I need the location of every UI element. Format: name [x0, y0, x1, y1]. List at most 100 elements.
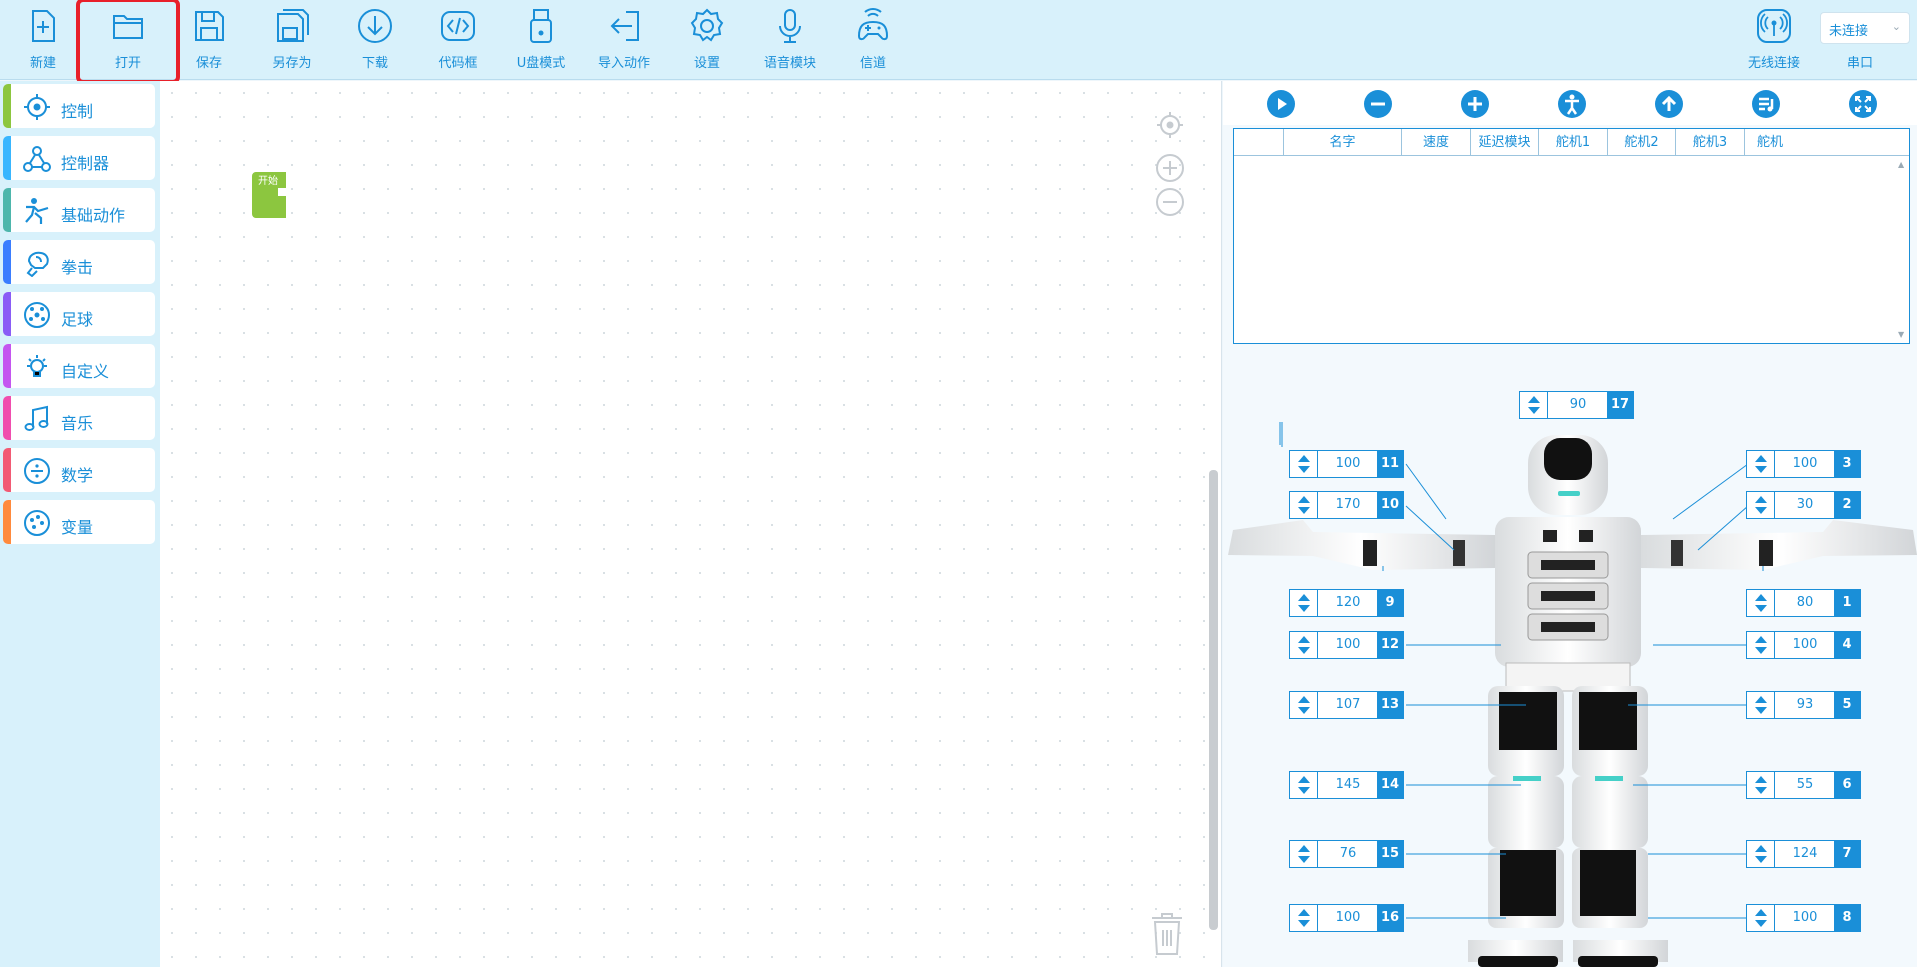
servo-control-2[interactable]: 30 2: [1746, 491, 1861, 519]
sidebar-item-custom[interactable]: 自定义: [3, 344, 155, 388]
sidebar-item-music[interactable]: 音乐: [3, 396, 155, 440]
sidebar-item-variables[interactable]: 变量: [3, 500, 155, 544]
servo-value[interactable]: 100: [1775, 905, 1835, 931]
new-button[interactable]: 新建: [2, 6, 84, 72]
column-header-servo2[interactable]: 舵机2: [1608, 129, 1676, 156]
servo-value[interactable]: 93: [1775, 692, 1835, 718]
remove-icon[interactable]: [1364, 90, 1392, 118]
spinner[interactable]: [1290, 772, 1318, 798]
voice-module-label: 语音模块: [763, 56, 816, 71]
servo-value[interactable]: 55: [1775, 772, 1835, 798]
settings-button[interactable]: 设置: [666, 6, 748, 72]
sidebar-item-basic-actions[interactable]: 基础动作: [3, 188, 155, 232]
column-header-servo3[interactable]: 舵机3: [1676, 129, 1745, 156]
save-button[interactable]: 保存: [168, 6, 250, 72]
spinner[interactable]: [1290, 905, 1318, 931]
workspace-scrollbar[interactable]: [1209, 470, 1218, 930]
servo-control-17[interactable]: 90 17: [1519, 391, 1634, 419]
servo-value[interactable]: 145: [1318, 772, 1378, 798]
servo-control-6[interactable]: 55 6: [1746, 771, 1861, 799]
open-button[interactable]: 打开: [76, 0, 180, 84]
servo-control-10[interactable]: 170 10: [1289, 491, 1404, 519]
servo-value[interactable]: 100: [1318, 451, 1378, 477]
spinner[interactable]: [1747, 492, 1775, 518]
spinner[interactable]: [1290, 632, 1318, 658]
fullscreen-icon[interactable]: [1849, 90, 1877, 118]
servo-control-7[interactable]: 124 7: [1746, 840, 1861, 868]
servo-control-4[interactable]: 100 4: [1746, 631, 1861, 659]
person-icon[interactable]: [1558, 90, 1586, 118]
action-table[interactable]: 名字 速度 延迟模块 舵机1 舵机2 舵机3 舵机 ▲ ▼: [1233, 128, 1910, 344]
spinner[interactable]: [1747, 451, 1775, 477]
spinner[interactable]: [1747, 692, 1775, 718]
column-header-name[interactable]: 名字: [1284, 129, 1402, 156]
servo-value[interactable]: 30: [1775, 492, 1835, 518]
scroll-up-icon[interactable]: ▲: [1898, 160, 1904, 169]
servo-control-5[interactable]: 93 5: [1746, 691, 1861, 719]
servo-control-14[interactable]: 145 14: [1289, 771, 1404, 799]
sidebar-item-boxing[interactable]: 拳击: [3, 240, 155, 284]
servo-control-13[interactable]: 107 13: [1289, 691, 1404, 719]
channel-button[interactable]: 信道: [832, 6, 914, 72]
code-box-button[interactable]: 代码框: [417, 6, 499, 72]
servo-value[interactable]: 124: [1775, 841, 1835, 867]
zoom-in-icon[interactable]: [1155, 153, 1185, 183]
servo-control-8[interactable]: 100 8: [1746, 904, 1861, 932]
zoom-out-icon[interactable]: [1155, 187, 1185, 217]
servo-control-16[interactable]: 100 16: [1289, 904, 1404, 932]
spin-arrows-icon: [1298, 594, 1310, 612]
playlist-icon[interactable]: [1752, 90, 1780, 118]
add-icon[interactable]: [1461, 90, 1489, 118]
play-icon[interactable]: [1267, 90, 1295, 118]
recenter-icon[interactable]: [1155, 110, 1185, 140]
servo-value[interactable]: 120: [1318, 590, 1378, 616]
servo-value[interactable]: 107: [1318, 692, 1378, 718]
servo-control-12[interactable]: 100 12: [1289, 631, 1404, 659]
column-header-servo1[interactable]: 舵机1: [1539, 129, 1608, 156]
spinner[interactable]: [1290, 590, 1318, 616]
trash-icon[interactable]: [1148, 910, 1186, 956]
sidebar-item-math[interactable]: 数学: [3, 448, 155, 492]
servo-control-15[interactable]: 76 15: [1289, 840, 1404, 868]
wireless-connect-button[interactable]: 无线连接: [1733, 6, 1815, 72]
servo-value[interactable]: 100: [1775, 632, 1835, 658]
servo-value[interactable]: 90: [1548, 392, 1608, 418]
table-scrollbar[interactable]: ▲ ▼: [1895, 156, 1909, 343]
servo-value[interactable]: 100: [1318, 632, 1378, 658]
servo-control-9[interactable]: 120 9: [1289, 589, 1404, 617]
spinner[interactable]: [1747, 841, 1775, 867]
spinner[interactable]: [1290, 841, 1318, 867]
spinner[interactable]: [1290, 492, 1318, 518]
servo-control-3[interactable]: 100 3: [1746, 450, 1861, 478]
scroll-down-icon[interactable]: ▼: [1898, 330, 1904, 339]
save-as-button[interactable]: 另存为: [251, 6, 333, 72]
servo-value[interactable]: 76: [1318, 841, 1378, 867]
spinner[interactable]: [1290, 692, 1318, 718]
servo-control-11[interactable]: 100 11: [1289, 450, 1404, 478]
download-button[interactable]: 下载: [334, 6, 416, 72]
block-workspace[interactable]: [160, 81, 1222, 967]
spinner[interactable]: [1290, 451, 1318, 477]
start-block[interactable]: 开始: [252, 172, 288, 218]
import-action-button[interactable]: 导入动作: [583, 6, 665, 72]
connection-select[interactable]: 未连接 ⌄: [1820, 12, 1910, 44]
servo-control-1[interactable]: 80 1: [1746, 589, 1861, 617]
spinner[interactable]: [1747, 632, 1775, 658]
column-header-delay[interactable]: 延迟模块: [1471, 129, 1539, 156]
servo-value[interactable]: 100: [1775, 451, 1835, 477]
arrow-up-icon[interactable]: [1655, 90, 1683, 118]
servo-value[interactable]: 80: [1775, 590, 1835, 616]
voice-module-button[interactable]: 语音模块: [749, 6, 831, 72]
sidebar-item-control[interactable]: 控制: [3, 84, 155, 128]
spinner[interactable]: [1520, 392, 1548, 418]
spinner[interactable]: [1747, 590, 1775, 616]
column-header-speed[interactable]: 速度: [1402, 129, 1471, 156]
sidebar-item-soccer[interactable]: 足球: [3, 292, 155, 336]
sidebar-item-controller[interactable]: 控制器: [3, 136, 155, 180]
column-header-servo-cut[interactable]: 舵机: [1745, 129, 1795, 156]
spinner[interactable]: [1747, 905, 1775, 931]
spinner[interactable]: [1747, 772, 1775, 798]
servo-value[interactable]: 170: [1318, 492, 1378, 518]
servo-value[interactable]: 100: [1318, 905, 1378, 931]
usb-mode-button[interactable]: U盘模式: [500, 6, 582, 72]
